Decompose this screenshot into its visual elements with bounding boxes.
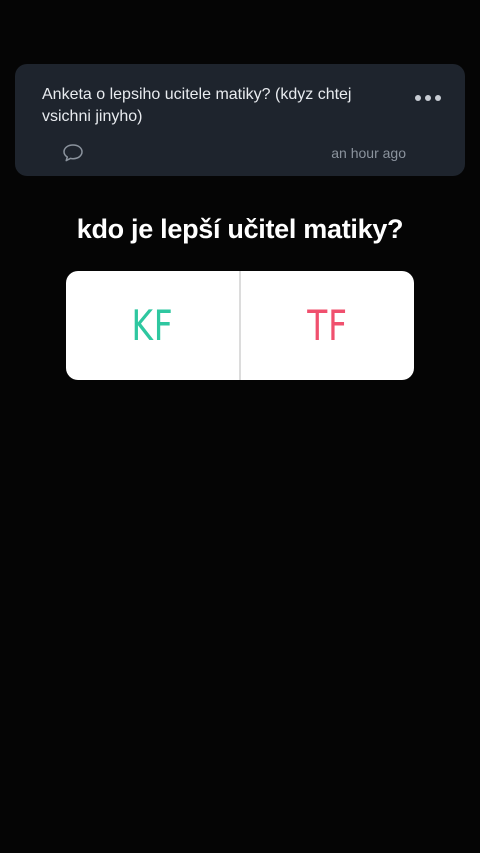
poll-divider xyxy=(239,271,241,380)
poll-option-kf[interactable]: KF xyxy=(85,271,220,380)
post-timestamp: an hour ago xyxy=(331,145,406,161)
comment-icon xyxy=(63,144,83,162)
comment-button[interactable] xyxy=(61,142,85,164)
more-options-button[interactable] xyxy=(415,88,441,108)
poll-sticker: KF TF xyxy=(66,271,414,380)
post-card[interactable]: Anketa o lepsiho ucitele matiky? (kdyz c… xyxy=(15,64,465,176)
more-dots-icon xyxy=(415,95,421,101)
more-dots-icon xyxy=(425,95,431,101)
poll-question: kdo je lepší učitel matiky? xyxy=(76,214,404,244)
poll-option-tf[interactable]: TF xyxy=(260,271,395,380)
post-text: Anketa o lepsiho ucitele matiky? (kdyz c… xyxy=(42,86,352,125)
more-dots-icon xyxy=(435,95,441,101)
story-screen: Anketa o lepsiho ucitele matiky? (kdyz c… xyxy=(0,0,480,853)
